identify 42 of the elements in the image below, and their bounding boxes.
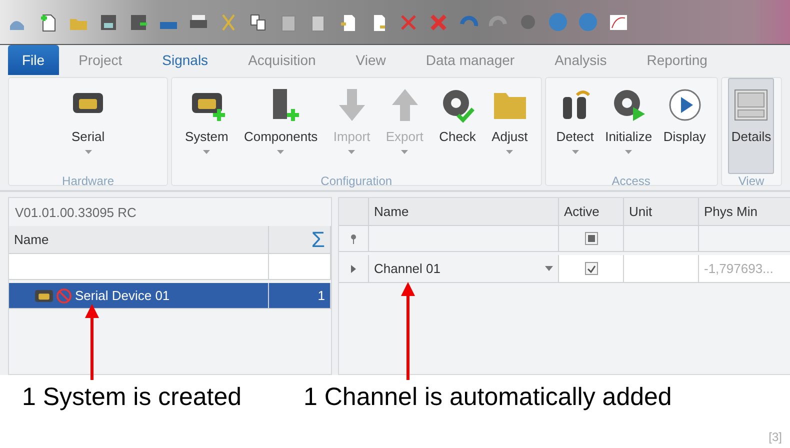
row-pointer-icon bbox=[351, 264, 356, 272]
ribbon-button[interactable]: Check bbox=[436, 78, 479, 174]
column-header[interactable]: Σ bbox=[269, 226, 331, 254]
play-icon bbox=[666, 87, 703, 123]
ribbon-button[interactable]: Components bbox=[240, 78, 321, 174]
ribbon-tab[interactable]: Signals bbox=[142, 45, 228, 75]
device-name: Serial Device 01 bbox=[75, 288, 170, 303]
group-title: Hardware bbox=[61, 174, 116, 190]
ribbon-button[interactable]: System bbox=[182, 78, 232, 174]
column-header[interactable]: Name bbox=[9, 226, 269, 254]
column-header[interactable]: Name bbox=[369, 198, 559, 226]
ribbon-button[interactable]: Initialize bbox=[602, 78, 656, 174]
phys-min-cell: -1,797693... bbox=[699, 255, 790, 283]
blocked-icon bbox=[56, 288, 72, 304]
active-checkbox[interactable] bbox=[584, 262, 598, 275]
group-title: View bbox=[737, 174, 766, 190]
group-title: Access bbox=[610, 174, 652, 190]
split-view-icon bbox=[733, 87, 770, 123]
version-label: V01.01.00.33095 RC bbox=[14, 204, 138, 222]
annotation-caption: 1 System is created bbox=[22, 383, 242, 412]
column-header[interactable]: Unit bbox=[624, 198, 699, 226]
ribbon-button[interactable]: Detect bbox=[553, 78, 597, 174]
annotation-caption: 1 Channel is automatically added bbox=[304, 383, 672, 412]
count-cell: 1 bbox=[269, 283, 331, 309]
column-header[interactable]: Active bbox=[559, 198, 624, 226]
device-icon bbox=[35, 288, 53, 302]
filter-field[interactable] bbox=[369, 226, 559, 252]
ribbon-button[interactable]: Adjust bbox=[488, 78, 531, 174]
file-menu-button[interactable]: File bbox=[8, 45, 59, 75]
filter-field[interactable] bbox=[269, 254, 331, 280]
footnote-reference: [3] bbox=[768, 430, 782, 444]
filter-field[interactable] bbox=[9, 254, 269, 280]
ribbon-button[interactable]: Display bbox=[660, 78, 709, 174]
filter-checkbox[interactable] bbox=[584, 232, 598, 245]
caret-icon bbox=[545, 266, 553, 271]
ribbon-button[interactable]: Serial bbox=[67, 78, 110, 174]
ribbon-button[interactable]: Details bbox=[728, 78, 774, 174]
pin-icon bbox=[350, 234, 357, 244]
group-title: Configuration bbox=[320, 174, 394, 190]
column-header[interactable]: Phys Min bbox=[699, 198, 790, 226]
filter-field[interactable] bbox=[624, 226, 699, 252]
delete-icon[interactable] bbox=[428, 12, 449, 32]
